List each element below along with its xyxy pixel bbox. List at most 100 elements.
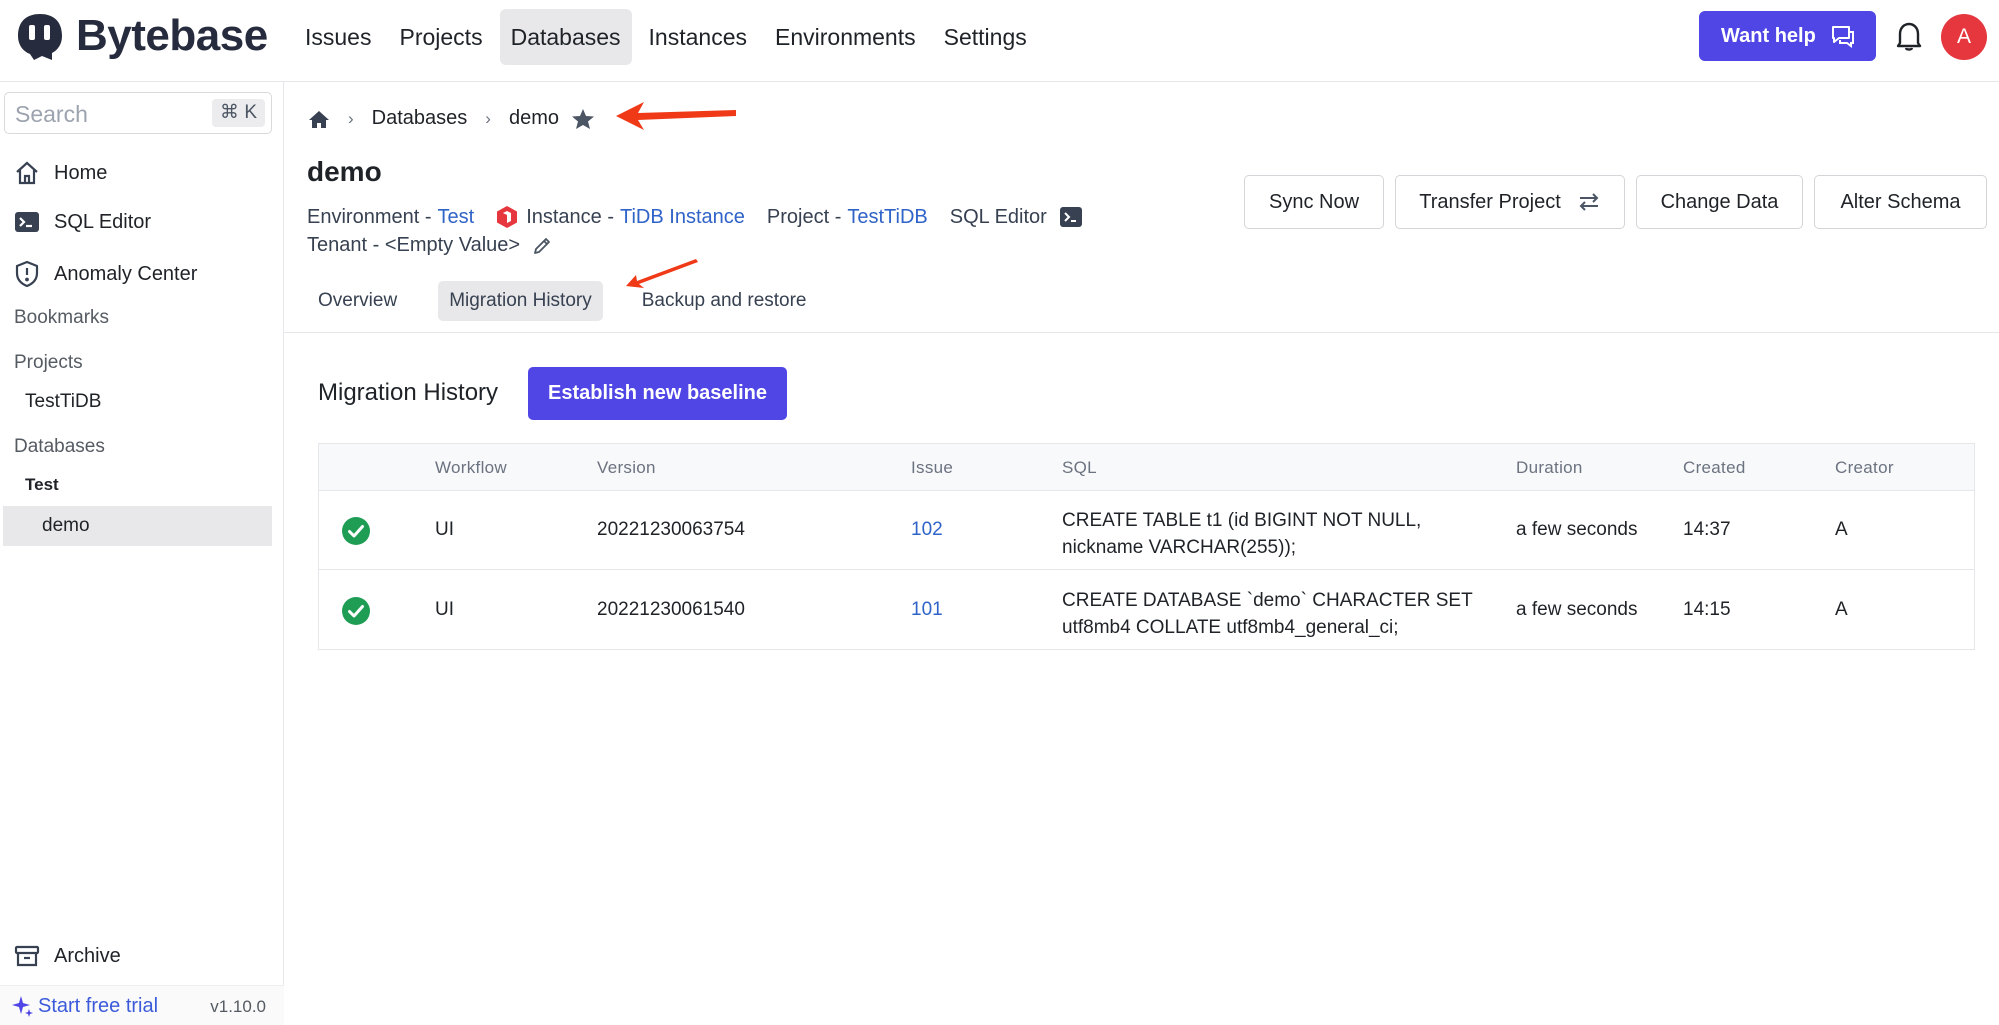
- cell-sql: CREATE DATABASE `demo` CHARACTER SET utf…: [1062, 587, 1473, 641]
- project-link[interactable]: TestTiDB: [847, 206, 927, 229]
- alter-schema-button[interactable]: Alter Schema: [1814, 175, 1987, 229]
- bytebase-logo[interactable]: Bytebase: [12, 10, 268, 62]
- breadcrumb-current: demo: [508, 107, 559, 129]
- star-icon[interactable]: [571, 108, 595, 130]
- establish-baseline-button[interactable]: Establish new baseline: [528, 367, 787, 420]
- cell-workflow: UI: [435, 599, 454, 620]
- database-meta: Environment - Test Instance - TiDB Insta…: [307, 205, 1083, 229]
- database-tabs: Overview Migration History Backup and re…: [307, 281, 848, 321]
- shield-icon: [15, 260, 39, 288]
- column-issue: Issue: [911, 458, 954, 477]
- tidb-icon: [497, 206, 518, 228]
- want-help-label: Want help: [1721, 24, 1816, 47]
- tenant-row: Tenant - <Empty Value>: [307, 234, 552, 257]
- tab-overview[interactable]: Overview: [307, 281, 408, 321]
- chevron-right-icon: ›: [348, 108, 354, 128]
- sql-line: nickname VARCHAR(255));: [1062, 537, 1297, 558]
- project-label: Project -: [766, 205, 842, 228]
- migration-history-table: Workflow Version Issue SQL Duration Crea…: [318, 443, 1975, 650]
- cell-issue-link[interactable]: 102: [911, 519, 943, 541]
- sidebar-item-label: SQL Editor: [54, 210, 152, 233]
- sidebar-item-db-demo[interactable]: demo: [3, 506, 272, 546]
- migration-history-title: Migration History: [318, 379, 499, 406]
- search-shortcut: ⌘ K: [212, 99, 265, 127]
- cell-created: 14:37: [1683, 519, 1731, 540]
- sql-editor-link[interactable]: SQL Editor: [950, 206, 1047, 229]
- cell-workflow: UI: [435, 519, 454, 540]
- sidebar-item-label: Archive: [54, 944, 121, 967]
- sidebar-projects-label: Projects: [14, 352, 83, 373]
- chat-icon: [1831, 26, 1854, 48]
- sidebar-item-home[interactable]: Home: [14, 160, 107, 186]
- column-created: Created: [1683, 458, 1746, 477]
- nav-environments[interactable]: Environments: [764, 9, 927, 65]
- cell-issue-link[interactable]: 101: [911, 599, 943, 621]
- table-row[interactable]: UI 20221230061540 101 CREATE DATABASE `d…: [319, 571, 1974, 650]
- column-sql: SQL: [1062, 458, 1097, 477]
- tenant-label: Tenant - <Empty Value>: [307, 234, 521, 256]
- cell-created: 14:15: [1683, 599, 1731, 620]
- sidebar-bookmarks[interactable]: Bookmarks: [14, 307, 109, 329]
- search-input[interactable]: Search ⌘ K: [4, 92, 272, 134]
- sidebar-item-project-testtidb[interactable]: TestTiDB: [25, 391, 101, 413]
- table-header: Workflow Version Issue SQL Duration Crea…: [319, 444, 1974, 491]
- transfer-project-button[interactable]: Transfer Project: [1395, 175, 1625, 229]
- archive-icon: [14, 945, 40, 967]
- terminal-icon: [15, 212, 39, 232]
- change-data-button[interactable]: Change Data: [1636, 175, 1803, 229]
- instance-link[interactable]: TiDB Instance: [620, 206, 745, 229]
- home-icon[interactable]: [308, 109, 330, 129]
- sidebar-item-label: demo: [42, 515, 90, 536]
- column-version: Version: [597, 458, 656, 477]
- tab-migration-history[interactable]: Migration History: [438, 281, 603, 321]
- sidebar-item-sql-editor[interactable]: SQL Editor: [14, 210, 151, 234]
- instance-label: Instance -: [526, 205, 615, 228]
- nav-instances[interactable]: Instances: [638, 9, 758, 65]
- pencil-icon[interactable]: [532, 236, 552, 256]
- user-avatar[interactable]: A: [1941, 14, 1987, 60]
- sidebar-databases-label: Databases: [14, 436, 105, 457]
- bytebase-logo-icon: [18, 14, 62, 60]
- table-row[interactable]: UI 20221230063754 102 CREATE TABLE t1 (i…: [319, 491, 1974, 570]
- sparkle-icon: [12, 996, 33, 1017]
- cell-duration: a few seconds: [1516, 519, 1638, 540]
- sidebar-item-anomaly-center[interactable]: Anomaly Center: [14, 260, 197, 288]
- breadcrumb: › Databases › demo: [308, 107, 595, 130]
- transfer-project-label: Transfer Project: [1419, 190, 1561, 213]
- cell-creator: A: [1835, 599, 1848, 620]
- top-bar: Bytebase Issues Projects Databases Insta…: [0, 0, 1999, 82]
- tabs-divider: [284, 332, 1999, 333]
- column-workflow: Workflow: [435, 458, 507, 477]
- sidebar: Search ⌘ K Home SQL Editor Anomaly Cente…: [0, 82, 284, 1025]
- sync-now-button[interactable]: Sync Now: [1244, 175, 1384, 229]
- nav-settings[interactable]: Settings: [933, 9, 1038, 65]
- environment-link[interactable]: Test: [438, 206, 475, 229]
- notification-bell-icon[interactable]: [1894, 20, 1924, 52]
- check-circle-icon: [342, 517, 370, 545]
- annotation-arrow-icon: [626, 259, 698, 288]
- cell-sql: CREATE TABLE t1 (id BIGINT NOT NULL, nic…: [1062, 507, 1421, 561]
- app-name: Bytebase: [76, 11, 268, 60]
- sidebar-item-archive[interactable]: Archive: [14, 944, 121, 968]
- sidebar-item-label: Home: [54, 161, 108, 184]
- start-free-trial-link[interactable]: Start free trial: [10, 994, 158, 1018]
- annotation-arrow-icon: [616, 102, 736, 130]
- nav-projects[interactable]: Projects: [388, 9, 493, 65]
- sidebar-footer: Start free trial v1.10.0: [0, 985, 284, 1025]
- nav-issues[interactable]: Issues: [294, 9, 382, 65]
- terminal-icon[interactable]: [1059, 206, 1083, 228]
- nav-databases[interactable]: Databases: [499, 9, 632, 65]
- column-duration: Duration: [1516, 458, 1583, 477]
- sidebar-item-label: Anomaly Center: [54, 262, 198, 285]
- sidebar-env-test[interactable]: Test: [25, 475, 59, 495]
- sql-line: utf8mb4 COLLATE utf8mb4_general_ci;: [1062, 617, 1399, 638]
- sql-line: CREATE DATABASE `demo` CHARACTER SET: [1062, 590, 1473, 611]
- sql-line: CREATE TABLE t1 (id BIGINT NOT NULL,: [1062, 510, 1422, 531]
- cell-duration: a few seconds: [1516, 599, 1638, 620]
- want-help-button[interactable]: Want help: [1699, 11, 1876, 61]
- trial-label: Start free trial: [38, 994, 159, 1017]
- cell-version: 20221230063754: [597, 519, 745, 540]
- cell-creator: A: [1835, 519, 1848, 540]
- breadcrumb-databases[interactable]: Databases: [372, 107, 468, 130]
- home-icon: [16, 161, 38, 185]
